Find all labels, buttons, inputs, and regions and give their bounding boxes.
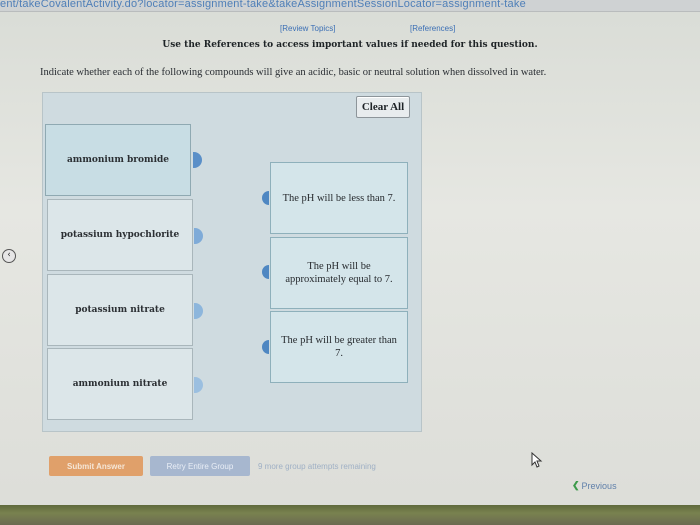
item-label: ammonium nitrate <box>72 379 168 389</box>
url-text: ent/takeCovalentActivity.do?locator=assi… <box>0 0 526 10</box>
drop-handle-icon <box>262 340 269 354</box>
chevron-left-icon[interactable]: ‹ <box>2 249 16 263</box>
item-potassium-nitrate[interactable]: potassium nitrate <box>47 274 193 346</box>
target-label: The pH will be less than 7. <box>282 192 396 204</box>
attempts-remaining-text: 9 more group attempts remaining <box>258 462 376 471</box>
target-basic[interactable]: The pH will be greater than 7. <box>270 311 408 383</box>
drop-handle-icon <box>262 265 269 279</box>
item-potassium-hypochlorite[interactable]: potassium hypochlorite <box>47 199 193 271</box>
item-ammonium-bromide[interactable]: ammonium bromide <box>45 124 191 196</box>
drop-handle-icon <box>262 191 269 205</box>
clear-all-button[interactable]: Clear All <box>356 96 410 118</box>
question-prompt: Indicate whether each of the following c… <box>40 67 547 78</box>
chevron-left-icon: ❮ <box>572 480 580 490</box>
mouse-cursor-icon <box>531 451 543 472</box>
target-label: The pH will be approximately equal to 7. <box>285 261 393 285</box>
target-acidic[interactable]: The pH will be less than 7. <box>270 162 408 234</box>
item-label: ammonium bromide <box>66 155 170 165</box>
retry-group-button[interactable]: Retry Entire Group <box>150 456 250 476</box>
header-links: [Review Topics] [References] <box>0 24 700 36</box>
item-label: potassium nitrate <box>75 305 165 315</box>
target-neutral[interactable]: The pH will be approximately equal to 7. <box>270 237 408 309</box>
previous-label: Previous <box>581 480 617 491</box>
target-label: The pH will be greater than 7. <box>281 335 397 359</box>
browser-url-bar: ent/takeCovalentActivity.do?locator=assi… <box>0 0 700 12</box>
background-desk-strip <box>0 505 700 525</box>
instructions-text: Use the References to access important v… <box>162 40 538 50</box>
item-ammonium-nitrate[interactable]: ammonium nitrate <box>47 348 193 420</box>
references-link[interactable]: [References] <box>410 24 455 33</box>
submit-answer-button[interactable]: Submit Answer <box>49 456 143 476</box>
review-topics-link[interactable]: [Review Topics] <box>280 24 335 33</box>
previous-link[interactable]: ❮ Previous <box>572 480 617 491</box>
item-label: potassium hypochlorite <box>60 230 180 240</box>
